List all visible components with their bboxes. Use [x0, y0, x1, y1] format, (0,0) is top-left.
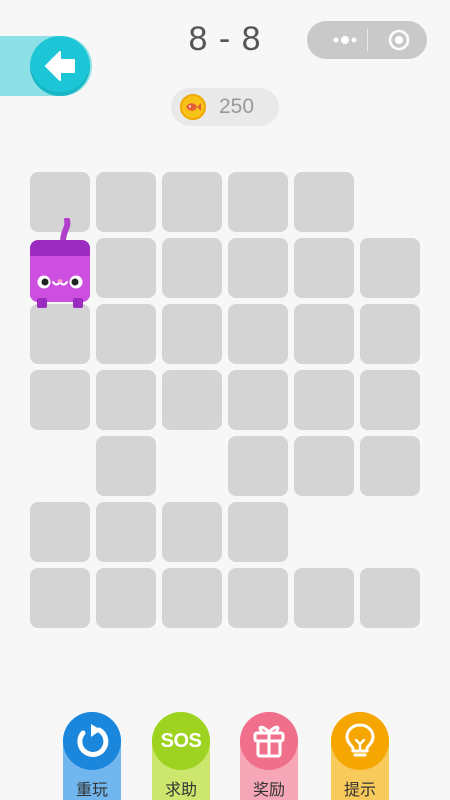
- board-tile[interactable]: [294, 304, 354, 364]
- board-tile[interactable]: [228, 370, 288, 430]
- board-tile[interactable]: [360, 304, 420, 364]
- board-tile[interactable]: [294, 436, 354, 496]
- board-tile[interactable]: [360, 568, 420, 628]
- board-tile[interactable]: [162, 304, 222, 364]
- replay-button[interactable]: 重玩: [63, 712, 121, 800]
- board-tile[interactable]: [30, 502, 90, 562]
- sos-icon-text: SOS: [160, 729, 202, 752]
- board-tile[interactable]: [96, 172, 156, 232]
- board-tile[interactable]: [96, 436, 156, 496]
- cat-icon: [30, 217, 90, 308]
- board-tile[interactable]: [360, 436, 420, 496]
- board-tile[interactable]: [96, 568, 156, 628]
- more-dots-icon: [333, 36, 357, 44]
- mini-program-capsule: [307, 21, 427, 59]
- board-tile[interactable]: [162, 370, 222, 430]
- replay-circle: [63, 712, 121, 770]
- board-tile[interactable]: [294, 568, 354, 628]
- reward-button[interactable]: 奖励: [240, 712, 298, 800]
- board-tile[interactable]: [228, 238, 288, 298]
- board-tile[interactable]: [228, 172, 288, 232]
- board-tile[interactable]: [96, 304, 156, 364]
- board-tile[interactable]: [96, 238, 156, 298]
- hint-label: 提示: [343, 780, 376, 799]
- lightbulb-icon: [345, 723, 375, 757]
- board-tile[interactable]: [228, 502, 288, 562]
- board-tile[interactable]: [162, 172, 222, 232]
- hint-button[interactable]: 提示: [331, 712, 389, 800]
- more-button[interactable]: [323, 21, 367, 59]
- hint-circle: [331, 712, 389, 770]
- fish-coin-icon: [180, 94, 206, 120]
- board-tile[interactable]: [162, 238, 222, 298]
- board-tile[interactable]: [360, 370, 420, 430]
- board-tile[interactable]: [228, 436, 288, 496]
- replay-label: 重玩: [75, 780, 108, 799]
- close-button[interactable]: [371, 21, 427, 59]
- board-tile[interactable]: [162, 568, 222, 628]
- board-tile[interactable]: [30, 304, 90, 364]
- board-tile[interactable]: [162, 502, 222, 562]
- board-tile[interactable]: [30, 370, 90, 430]
- purple-cat-block[interactable]: [29, 217, 91, 310]
- sos-label: 求助: [164, 780, 197, 799]
- board-tile[interactable]: [294, 238, 354, 298]
- reward-label: 奖励: [252, 780, 285, 799]
- board-tile[interactable]: [96, 502, 156, 562]
- reward-circle: [240, 712, 298, 770]
- gift-icon: [253, 725, 285, 758]
- coin-counter: 250: [171, 88, 279, 126]
- board-tile[interactable]: [30, 568, 90, 628]
- board-tile[interactable]: [228, 304, 288, 364]
- board-tile[interactable]: [228, 568, 288, 628]
- sos-circle: SOS: [152, 712, 210, 770]
- coin-count: 250: [219, 95, 255, 118]
- board-tile[interactable]: [96, 370, 156, 430]
- refresh-icon: [77, 724, 109, 757]
- board-tile[interactable]: [294, 172, 354, 232]
- capsule-divider: [367, 29, 368, 51]
- board-tile[interactable]: [294, 370, 354, 430]
- sos-button[interactable]: SOS 求助: [152, 712, 210, 800]
- board-tile[interactable]: [360, 238, 420, 298]
- target-circle-icon: [388, 29, 410, 51]
